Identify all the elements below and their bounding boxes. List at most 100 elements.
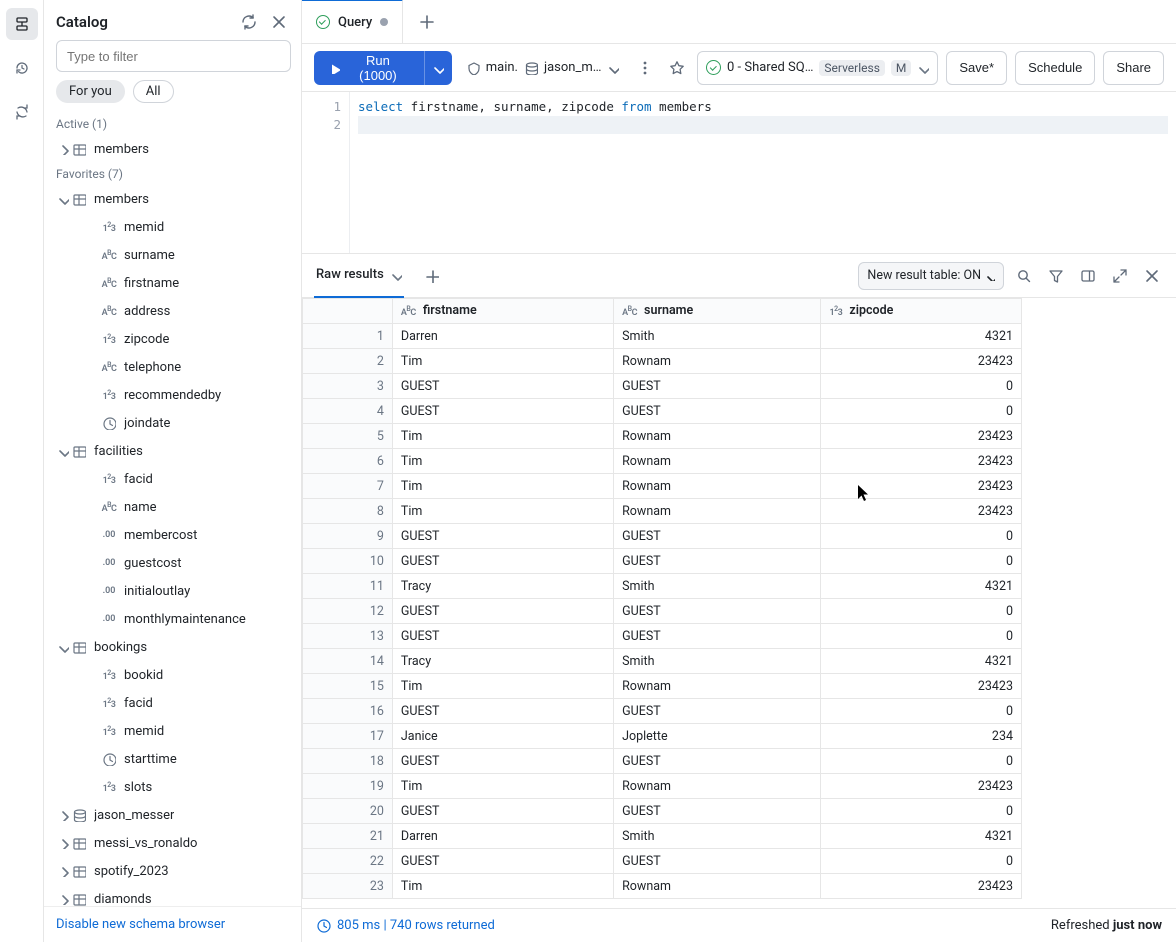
tree-col-facid[interactable]: 123 facid xyxy=(44,689,301,717)
disable-browser-link[interactable]: Disable new schema browser xyxy=(56,917,225,932)
col-header-firstname[interactable]: ABC firstname xyxy=(392,299,613,324)
table-row[interactable]: 10 GUEST GUEST 0 xyxy=(303,549,1022,574)
table-row[interactable]: 19 Tim Rownam 23423 xyxy=(303,774,1022,799)
tree-col-zipcode[interactable]: 123 zipcode xyxy=(44,325,301,353)
rownum-header[interactable] xyxy=(303,299,393,324)
table-row[interactable]: 18 GUEST GUEST 0 xyxy=(303,749,1022,774)
pill-all[interactable]: All xyxy=(133,80,174,103)
tree-item-bookings[interactable]: bookings xyxy=(44,633,301,661)
search-result-icon[interactable] xyxy=(1012,264,1036,288)
tree-col-starttime[interactable]: starttime xyxy=(44,745,301,773)
cell-surname: GUEST xyxy=(614,549,821,574)
close-sidebar-icon[interactable] xyxy=(267,10,291,34)
tree-item-spotify_2023[interactable]: spotify_2023 xyxy=(44,857,301,885)
tree-col-joindate[interactable]: joindate xyxy=(44,409,301,437)
run-dropdown[interactable] xyxy=(424,51,452,85)
tree-item-label: facid xyxy=(124,696,153,711)
expand-icon[interactable] xyxy=(1108,264,1132,288)
table-row[interactable]: 2 Tim Rownam 23423 xyxy=(303,349,1022,374)
tree-col-address[interactable]: ABC address xyxy=(44,297,301,325)
cell-surname: GUEST xyxy=(614,699,821,724)
type-icon: 123 xyxy=(100,333,118,346)
filter-input[interactable] xyxy=(56,40,291,72)
schedule-button[interactable]: Schedule xyxy=(1015,51,1095,85)
rail-sync-icon[interactable] xyxy=(6,96,38,128)
results-table-wrap[interactable]: ABC firstnameABC surname123 zipcode 1 Da… xyxy=(302,298,1176,908)
table-row[interactable]: 14 Tracy Smith 4321 xyxy=(303,649,1022,674)
table-row[interactable]: 17 Janice Joplette 234 xyxy=(303,724,1022,749)
table-row[interactable]: 7 Tim Rownam 23423 xyxy=(303,474,1022,499)
tree-col-membercost[interactable]: .00 membercost xyxy=(44,521,301,549)
table-row[interactable]: 16 GUEST GUEST 0 xyxy=(303,699,1022,724)
rail-catalog-icon[interactable] xyxy=(6,8,38,40)
table-row[interactable]: 6 Tim Rownam 23423 xyxy=(303,449,1022,474)
tab-query[interactable]: Query xyxy=(302,0,403,43)
star-icon[interactable] xyxy=(665,56,689,80)
refresh-icon[interactable] xyxy=(237,10,261,34)
feature-toggle[interactable]: New result table: ON xyxy=(858,262,1004,290)
tree-col-memid[interactable]: 123 memid xyxy=(44,717,301,745)
table-row[interactable]: 23 Tim Rownam 23423 xyxy=(303,874,1022,899)
chevron-down-icon[interactable] xyxy=(390,269,402,281)
table-row[interactable]: 20 GUEST GUEST 0 xyxy=(303,799,1022,824)
table-row[interactable]: 1 Darren Smith 4321 xyxy=(303,324,1022,349)
table-row[interactable]: 13 GUEST GUEST 0 xyxy=(303,624,1022,649)
code-area[interactable]: select firstname, surname, zipcode from … xyxy=(350,92,1176,253)
tree-col-facid[interactable]: 123 facid xyxy=(44,465,301,493)
tree-item-members-active[interactable]: members xyxy=(44,135,301,163)
tree-item-messi_vs_ronaldo[interactable]: messi_vs_ronaldo xyxy=(44,829,301,857)
tree-item-jason_messer[interactable]: jason_messer xyxy=(44,801,301,829)
pill-for-you[interactable]: For you xyxy=(56,80,125,103)
table-row[interactable]: 15 Tim Rownam 23423 xyxy=(303,674,1022,699)
tree-col-surname[interactable]: ABC surname xyxy=(44,241,301,269)
tree-col-recommendedby[interactable]: 123 recommendedby xyxy=(44,381,301,409)
add-tab-button[interactable] xyxy=(411,6,443,38)
col-header-surname[interactable]: ABC surname xyxy=(614,299,821,324)
table-row[interactable]: 11 Tracy Smith 4321 xyxy=(303,574,1022,599)
tree-item-label: telephone xyxy=(124,360,181,375)
tree-col-slots[interactable]: 123 slots xyxy=(44,773,301,801)
tree-col-name[interactable]: ABC name xyxy=(44,493,301,521)
tree-col-telephone[interactable]: ABC telephone xyxy=(44,353,301,381)
rownum-cell: 14 xyxy=(303,649,393,674)
save-button[interactable]: Save* xyxy=(946,51,1007,85)
status-bar: 805 ms | 740 rows returned Refreshed jus… xyxy=(302,908,1176,942)
table-row[interactable]: 3 GUEST GUEST 0 xyxy=(303,374,1022,399)
share-button[interactable]: Share xyxy=(1103,51,1164,85)
tree-item-label: guestcost xyxy=(124,556,182,571)
add-result-button[interactable] xyxy=(418,262,446,290)
table-row[interactable]: 22 GUEST GUEST 0 xyxy=(303,849,1022,874)
tree-item-diamonds[interactable]: diamonds xyxy=(44,885,301,906)
table-row[interactable]: 5 Tim Rownam 23423 xyxy=(303,424,1022,449)
result-tab-raw[interactable]: Raw results xyxy=(314,254,404,298)
section-active-label: Active (1) xyxy=(44,113,301,135)
table-row[interactable]: 12 GUEST GUEST 0 xyxy=(303,599,1022,624)
table-row[interactable]: 4 GUEST GUEST 0 xyxy=(303,399,1022,424)
cell-zipcode: 0 xyxy=(821,599,1022,624)
rail-history-icon[interactable] xyxy=(6,52,38,84)
tree-col-bookid[interactable]: 123 bookid xyxy=(44,661,301,689)
kebab-menu-icon[interactable] xyxy=(633,56,657,80)
tree-col-firstname[interactable]: ABC firstname xyxy=(44,269,301,297)
tree-col-guestcost[interactable]: .00 guestcost xyxy=(44,549,301,577)
filter-result-icon[interactable] xyxy=(1044,264,1068,288)
tree-col-memid[interactable]: 123 memid xyxy=(44,213,301,241)
cell-surname: Rownam xyxy=(614,499,821,524)
tree-col-initialoutlay[interactable]: .00 initialoutlay xyxy=(44,577,301,605)
table-row[interactable]: 21 Darren Smith 4321 xyxy=(303,824,1022,849)
rownum-cell: 11 xyxy=(303,574,393,599)
type-icon xyxy=(70,444,88,458)
sql-editor[interactable]: 12 select firstname, surname, zipcode fr… xyxy=(302,92,1176,254)
close-results-icon[interactable] xyxy=(1140,264,1164,288)
tree-item-members[interactable]: members xyxy=(44,185,301,213)
cell-zipcode: 0 xyxy=(821,799,1022,824)
context-picker[interactable]: main. jason_m… xyxy=(460,60,626,75)
panel-icon[interactable] xyxy=(1076,264,1100,288)
run-button[interactable]: Run (1000) xyxy=(314,51,424,85)
col-header-zipcode[interactable]: 123 zipcode xyxy=(821,299,1022,324)
table-row[interactable]: 8 Tim Rownam 23423 xyxy=(303,499,1022,524)
tree-col-monthlymaintenance[interactable]: .00 monthlymaintenance xyxy=(44,605,301,633)
cluster-picker[interactable]: 0 - Shared SQ… Serverless M xyxy=(697,51,938,85)
table-row[interactable]: 9 GUEST GUEST 0 xyxy=(303,524,1022,549)
tree-item-facilities[interactable]: facilities xyxy=(44,437,301,465)
